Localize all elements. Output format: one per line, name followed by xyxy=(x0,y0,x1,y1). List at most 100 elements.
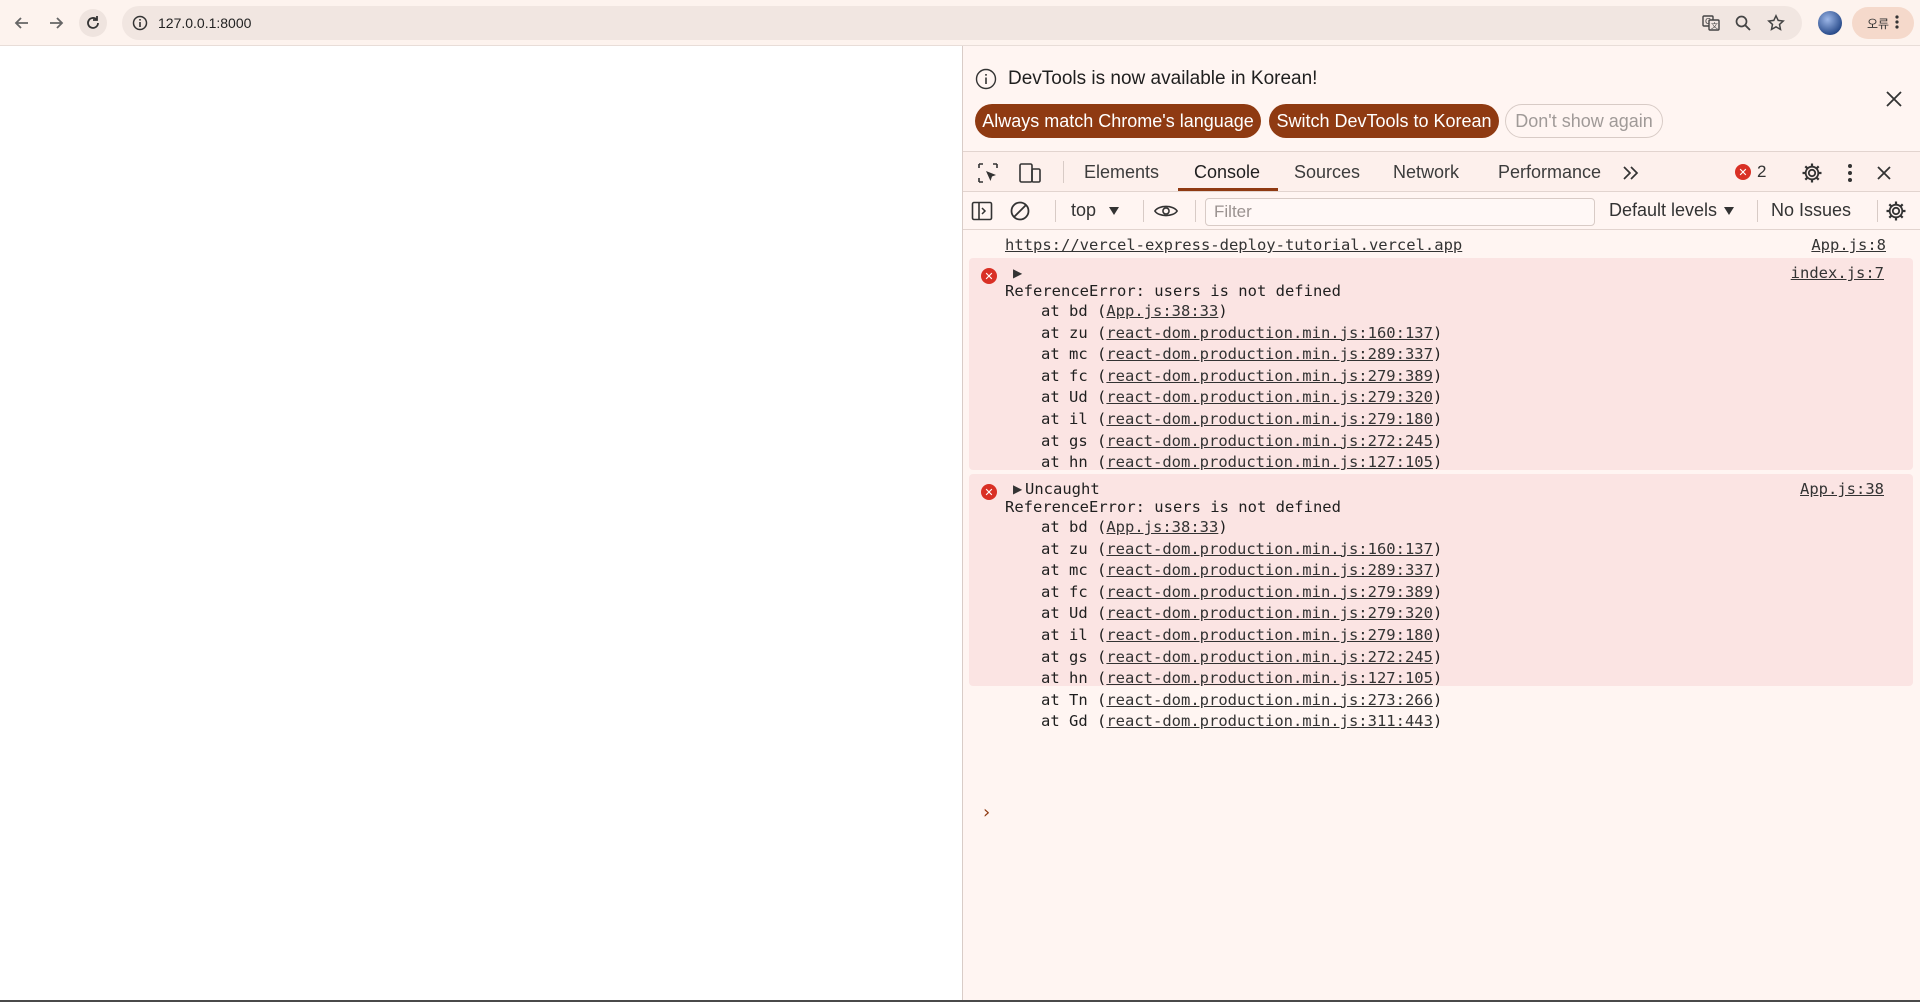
url-text[interactable]: 127.0.0.1:8000 xyxy=(158,15,251,31)
reload-icon xyxy=(87,16,99,29)
avatar[interactable] xyxy=(1818,11,1842,35)
error-message: ReferenceError: users is not defined xyxy=(1005,498,1341,516)
frame-location-link[interactable]: react-dom.production.min.js:279:320 xyxy=(1106,604,1433,622)
profile-menu-button[interactable]: 오류 xyxy=(1852,7,1914,39)
frame-function: bd xyxy=(1069,302,1088,320)
tab-network[interactable]: Network xyxy=(1393,152,1459,192)
more-options-icon[interactable] xyxy=(1837,160,1863,186)
inspect-element-icon[interactable] xyxy=(975,160,1001,186)
page-viewport[interactable] xyxy=(0,46,962,1000)
match-language-button[interactable]: Always match Chrome's language xyxy=(975,104,1261,138)
console-error-row: ✕ ▶ index.js:7 ReferenceError: users is … xyxy=(969,258,1913,514)
frame-location-link[interactable]: react-dom.production.min.js:272:245 xyxy=(1106,432,1433,450)
source-link[interactable]: App.js:8 xyxy=(1811,236,1886,254)
frame-function: zu xyxy=(1069,323,1088,342)
forward-button[interactable] xyxy=(42,9,70,37)
stack-frame: at zu (react-dom.production.min.js:160:1… xyxy=(1041,539,1443,558)
stack-frame: at mc (react-dom.production.min.js:289:3… xyxy=(1041,561,1443,580)
divider xyxy=(1757,200,1758,222)
frame-location-link[interactable]: react-dom.production.min.js:279:389 xyxy=(1106,583,1433,601)
error-counter[interactable]: ✕ 2 xyxy=(1735,162,1766,182)
frame-location-link[interactable]: App.js:38:33 xyxy=(1106,518,1218,536)
log-url-link[interactable]: https://vercel-express-deploy-tutorial.v… xyxy=(1005,236,1462,254)
more-tabs-chevron-icon[interactable] xyxy=(1618,160,1644,186)
translate-icon[interactable]: G文 xyxy=(1700,12,1722,34)
stack-frame: at il (react-dom.production.min.js:279:1… xyxy=(1041,410,1443,428)
context-select[interactable]: top xyxy=(1071,200,1120,221)
issues-counter[interactable]: No Issues xyxy=(1771,200,1851,221)
tab-performance[interactable]: Performance xyxy=(1498,152,1601,192)
frame-function: fc xyxy=(1069,582,1088,601)
frame-location-link[interactable]: react-dom.production.min.js:160:137 xyxy=(1106,540,1433,558)
stack-frame: at gs (react-dom.production.min.js:272:2… xyxy=(1041,431,1443,450)
frame-function: fc xyxy=(1069,366,1088,385)
frame-location-link[interactable]: react-dom.production.min.js:279:389 xyxy=(1106,367,1433,385)
stack-frame: at Tn (react-dom.production.min.js:273:2… xyxy=(1041,690,1443,709)
console-prompt[interactable]: › xyxy=(983,802,990,823)
device-toolbar-icon[interactable] xyxy=(1017,160,1043,186)
console-log-row: https://vercel-express-deploy-tutorial.v… xyxy=(963,230,1920,258)
frame-location-link[interactable]: react-dom.production.min.js:289:337 xyxy=(1106,345,1433,363)
filter-input[interactable] xyxy=(1205,198,1595,226)
frame-function: hn xyxy=(1069,669,1088,688)
frame-location-link[interactable]: react-dom.production.min.js:272:245 xyxy=(1106,648,1433,666)
back-button[interactable] xyxy=(8,9,36,37)
frame-function: gs xyxy=(1069,647,1088,666)
frame-location-link[interactable]: App.js:38:33 xyxy=(1106,302,1218,320)
stack-frame: at fc (react-dom.production.min.js:279:3… xyxy=(1041,366,1443,385)
browser-toolbar: 127.0.0.1:8000 G文 오류 xyxy=(0,0,1920,46)
stack-frame: at bd (App.js:38:33) xyxy=(1041,302,1228,320)
tab-sources[interactable]: Sources xyxy=(1294,152,1360,192)
stack-frame: at zu (react-dom.production.min.js:160:1… xyxy=(1041,323,1443,342)
frame-function: mc xyxy=(1069,345,1088,364)
dont-show-again-button[interactable]: Don't show again xyxy=(1505,104,1663,138)
caret-down-icon xyxy=(1108,200,1120,221)
frame-location-link[interactable]: react-dom.production.min.js:160:137 xyxy=(1106,324,1433,342)
source-link[interactable]: App.js:38 xyxy=(1800,480,1884,498)
error-message: ReferenceError: users is not defined xyxy=(1005,282,1341,300)
stack-frame: at Gd (react-dom.production.min.js:311:4… xyxy=(1041,712,1443,731)
sidebar-toggle-icon[interactable] xyxy=(969,198,995,224)
clear-console-icon[interactable] xyxy=(1007,198,1033,224)
source-link[interactable]: index.js:7 xyxy=(1791,264,1884,282)
divider xyxy=(1195,200,1196,222)
log-levels-dropdown[interactable]: Default levels xyxy=(1609,200,1735,221)
tab-console[interactable]: Console xyxy=(1194,152,1260,192)
frame-location-link[interactable]: react-dom.production.min.js:273:266 xyxy=(1106,691,1433,709)
zoom-icon[interactable] xyxy=(1732,12,1754,34)
reload-button[interactable] xyxy=(79,9,107,37)
divider xyxy=(1055,200,1056,222)
live-expression-eye-icon[interactable] xyxy=(1153,198,1179,224)
close-icon[interactable] xyxy=(1881,86,1907,112)
frame-function: zu xyxy=(1069,539,1088,558)
frame-function: bd xyxy=(1069,518,1088,536)
close-devtools-icon[interactable] xyxy=(1871,160,1897,186)
address-bar[interactable]: 127.0.0.1:8000 G文 xyxy=(122,6,1802,40)
stack-frame: at mc (react-dom.production.min.js:289:3… xyxy=(1041,345,1443,364)
stack-frame: at bd (App.js:38:33) xyxy=(1041,518,1228,536)
frame-location-link[interactable]: react-dom.production.min.js:289:337 xyxy=(1106,561,1433,579)
site-info-icon[interactable] xyxy=(130,13,150,33)
console-settings-gear-icon[interactable] xyxy=(1883,198,1909,224)
bookmark-star-icon[interactable] xyxy=(1765,12,1787,34)
error-icon: ✕ xyxy=(981,268,997,284)
frame-location-link[interactable]: react-dom.production.min.js:279:320 xyxy=(1106,388,1433,406)
settings-gear-icon[interactable] xyxy=(1799,160,1825,186)
stack-frame: at hn (react-dom.production.min.js:127:1… xyxy=(1041,453,1443,472)
caret-down-icon xyxy=(1723,200,1735,221)
frame-location-link[interactable]: react-dom.production.min.js:127:105 xyxy=(1106,453,1433,471)
frame-location-link[interactable]: react-dom.production.min.js:279:180 xyxy=(1106,626,1433,644)
frame-location-link[interactable]: react-dom.production.min.js:279:180 xyxy=(1106,410,1433,428)
frame-function: Ud xyxy=(1069,604,1088,623)
error-count: 2 xyxy=(1757,162,1767,181)
language-infobar: DevTools is now available in Korean! Alw… xyxy=(963,46,1920,152)
active-tab-indicator xyxy=(1178,188,1278,191)
tab-elements[interactable]: Elements xyxy=(1084,152,1159,192)
switch-language-button[interactable]: Switch DevTools to Korean xyxy=(1269,104,1499,138)
expand-triangle-icon[interactable]: ▶ xyxy=(1013,266,1022,280)
stack-frame: at Ud (react-dom.production.min.js:279:3… xyxy=(1041,388,1443,407)
frame-location-link[interactable]: react-dom.production.min.js:127:105 xyxy=(1106,669,1433,687)
expand-triangle-icon[interactable]: ▶ xyxy=(1013,482,1022,496)
frame-location-link[interactable]: react-dom.production.min.js:311:443 xyxy=(1106,712,1433,730)
infobar-message: DevTools is now available in Korean! xyxy=(1008,68,1318,89)
